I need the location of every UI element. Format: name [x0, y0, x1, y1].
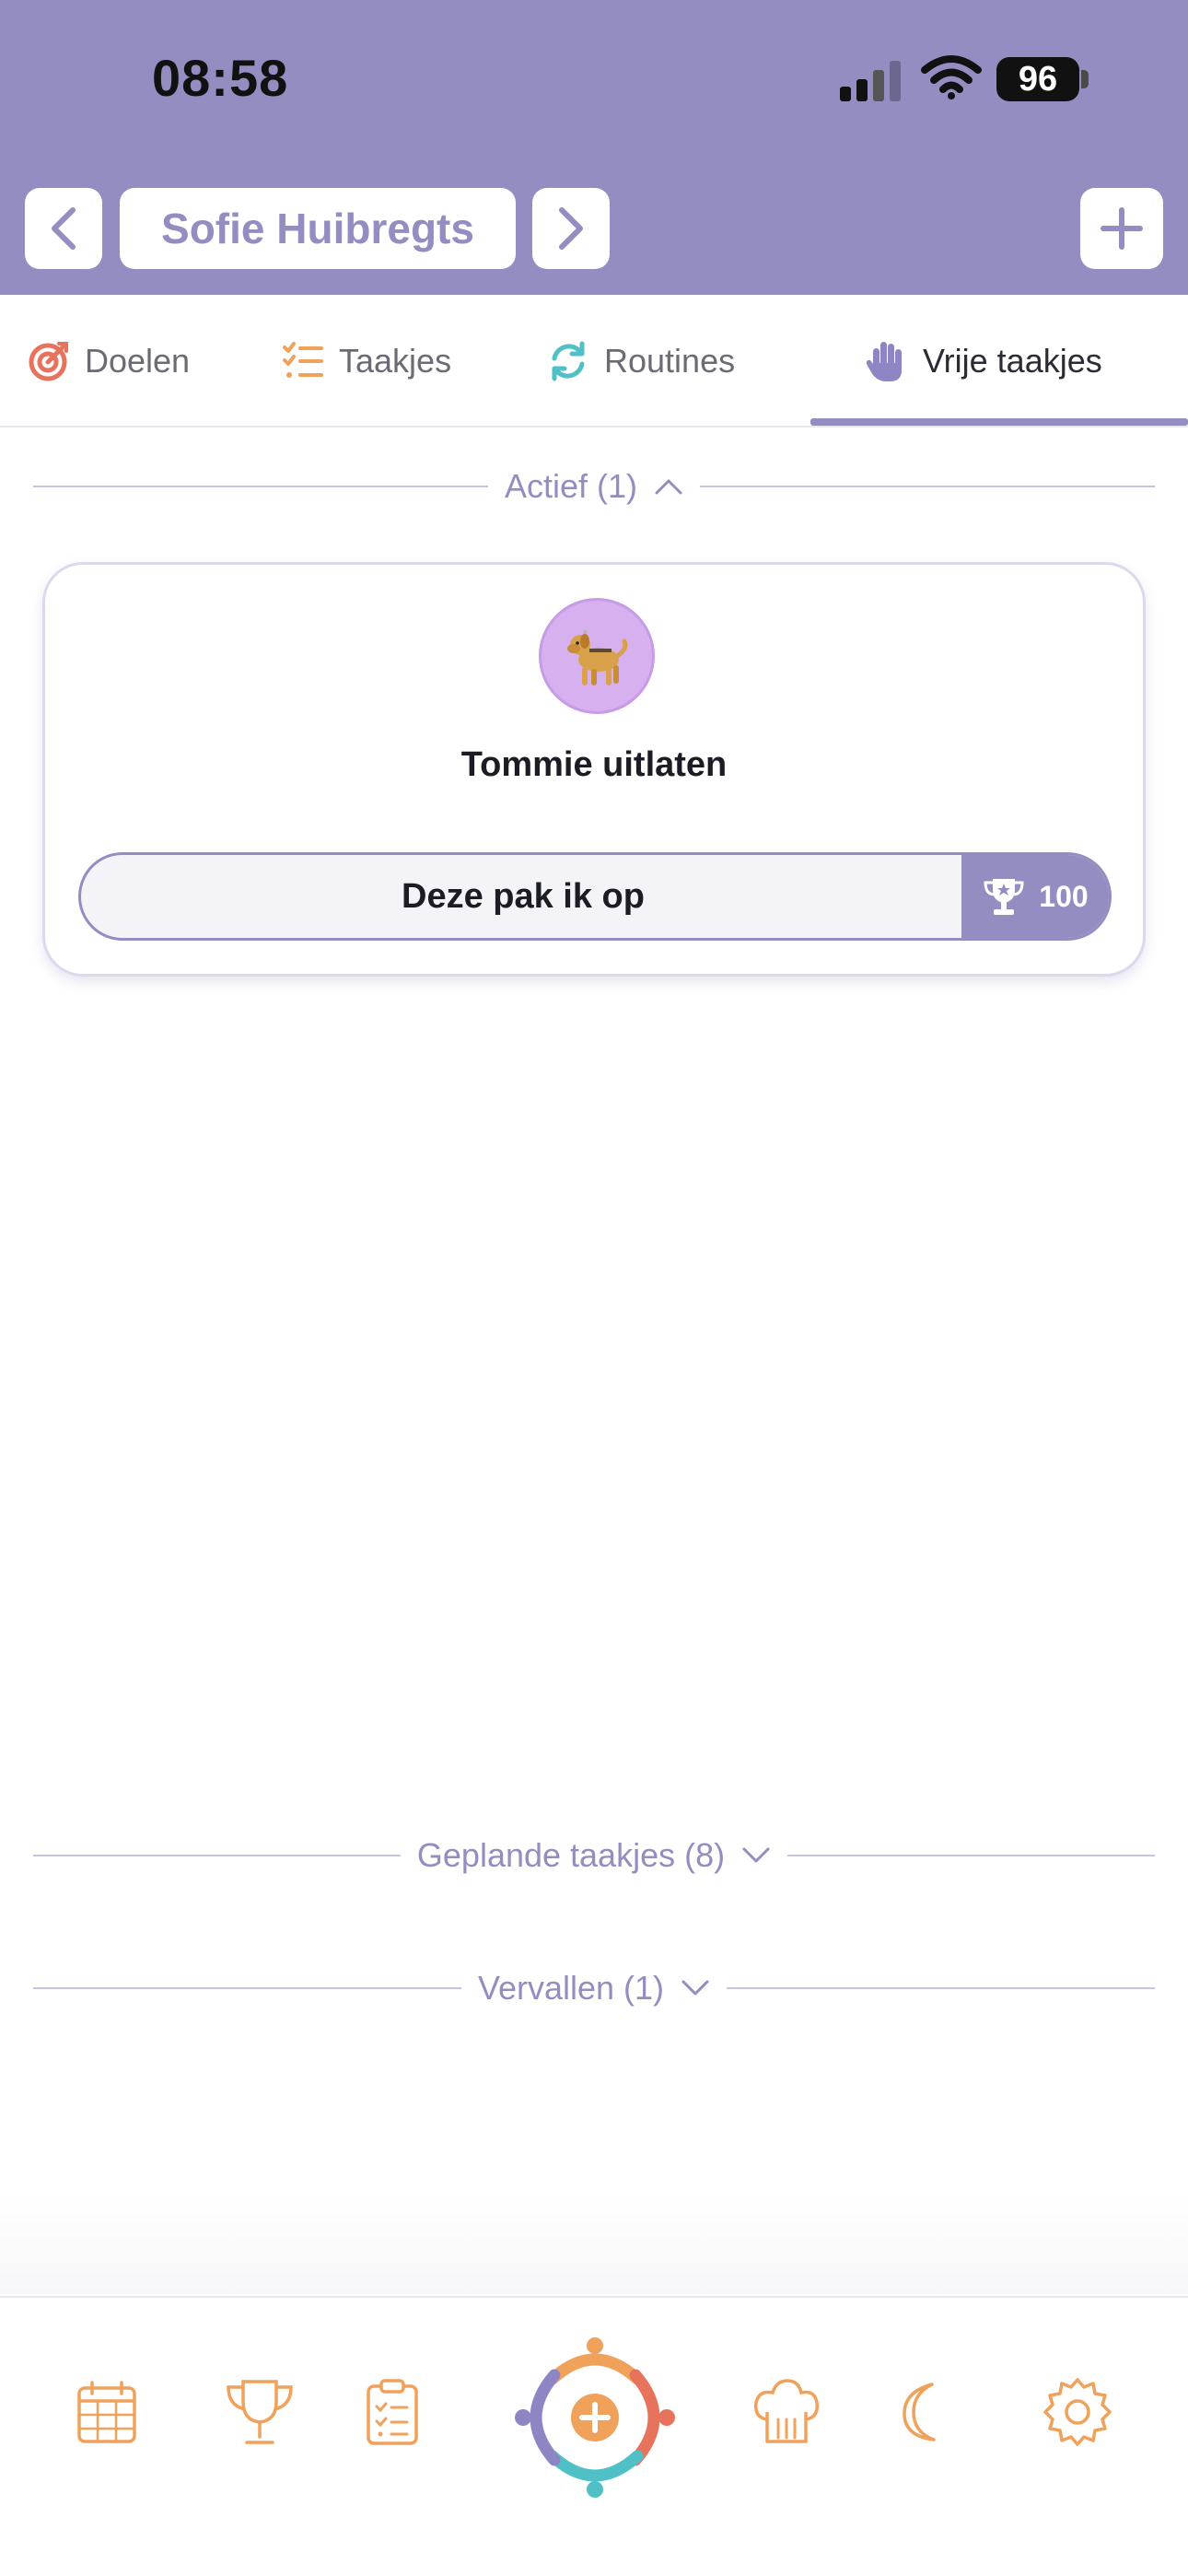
target-icon [29, 342, 68, 381]
settings-gear-icon [1043, 2378, 1112, 2446]
guide-dog-icon [567, 629, 628, 685]
nav-calendar[interactable] [74, 2377, 140, 2447]
bottom-fade [0, 2193, 1188, 2294]
task-card[interactable]: Tommie uitlaten Deze pak ik op 100 [42, 562, 1146, 977]
tab-routines-label: Routines [604, 342, 736, 380]
tab-routines[interactable]: Routines [547, 295, 735, 427]
claim-task-label: Deze pak ik op [402, 876, 645, 916]
battery-tip [1081, 70, 1089, 88]
profile-name[interactable]: Sofie Huibregts [120, 188, 516, 269]
task-avatar [539, 598, 655, 714]
nav-tasks[interactable] [363, 2375, 422, 2449]
tab-bar: Doelen Taakjes Routines Vrije taakjes [0, 295, 1188, 427]
bottom-navigation [0, 2296, 1188, 2576]
tab-taakjes[interactable]: Taakjes [282, 295, 451, 427]
clipboard-icon [367, 2379, 418, 2445]
wifi-icon [921, 55, 982, 100]
tab-doelen-label: Doelen [85, 342, 191, 380]
chevron-up-icon [655, 479, 682, 495]
divider-line [787, 1855, 1156, 1856]
chevron-down-icon [742, 1847, 770, 1863]
tab-vrije-taakjes-label: Vrije taakjes [923, 342, 1102, 380]
section-vervallen-header[interactable]: Vervallen (1) [33, 1966, 1156, 2010]
chevron-down-icon [681, 1980, 709, 1996]
next-profile-button[interactable] [532, 188, 610, 269]
refresh-icon [552, 341, 585, 381]
app-header: 08:58 96 Sofie Huibregts [0, 0, 1188, 295]
reward-points: 100 [1039, 879, 1089, 913]
tab-vrije-taakjes[interactable]: Vrije taakjes [866, 295, 1102, 427]
reward-badge: 100 [961, 855, 1109, 938]
section-geplande-label: Geplande taakjes (8) [416, 1836, 726, 1874]
trophy-icon [984, 879, 1024, 915]
section-actief-header[interactable]: Actief (1) [33, 464, 1156, 509]
nav-meals[interactable] [750, 2375, 823, 2449]
section-actief-label: Actief (1) [504, 467, 638, 505]
chevron-right-icon [559, 207, 583, 250]
status-time: 08:58 [152, 49, 289, 107]
app-logo-add-icon [515, 2337, 675, 2498]
section-vervallen-label: Vervallen (1) [477, 1969, 665, 2007]
claim-task-button[interactable]: Deze pak ik op 100 [78, 852, 1112, 941]
cellular-signal-icon [840, 61, 901, 101]
chevron-left-icon [52, 207, 76, 250]
previous-profile-button[interactable] [25, 188, 102, 269]
active-tab-indicator [810, 418, 1188, 426]
tab-doelen[interactable]: Doelen [28, 295, 190, 427]
section-geplande-header[interactable]: Geplande taakjes (8) [33, 1833, 1156, 1878]
nav-home-add[interactable] [508, 2331, 681, 2504]
screen: 08:58 96 Sofie Huibregts Doelen Taakjes … [0, 0, 1188, 2576]
trophy-icon [227, 2380, 293, 2444]
battery-indicator: 96 [996, 57, 1079, 101]
battery-level: 96 [1018, 59, 1058, 99]
hand-icon [866, 342, 902, 381]
moon-icon [903, 2383, 936, 2441]
chef-hat-icon [754, 2379, 819, 2443]
divider-line [700, 486, 1156, 487]
task-title: Tommie uitlaten [460, 745, 728, 784]
tab-taakjes-label: Taakjes [339, 342, 452, 380]
nav-settings[interactable] [1041, 2375, 1114, 2449]
checklist-icon [283, 342, 323, 378]
plus-icon [1101, 207, 1143, 250]
divider-line [727, 1987, 1156, 1989]
add-task-button[interactable] [1080, 188, 1163, 269]
divider-line [33, 1855, 401, 1856]
nav-rewards[interactable] [221, 2375, 298, 2449]
calendar-icon [77, 2381, 136, 2443]
divider-line [33, 486, 488, 487]
nav-night[interactable] [893, 2377, 952, 2447]
divider-line [33, 1987, 461, 1989]
